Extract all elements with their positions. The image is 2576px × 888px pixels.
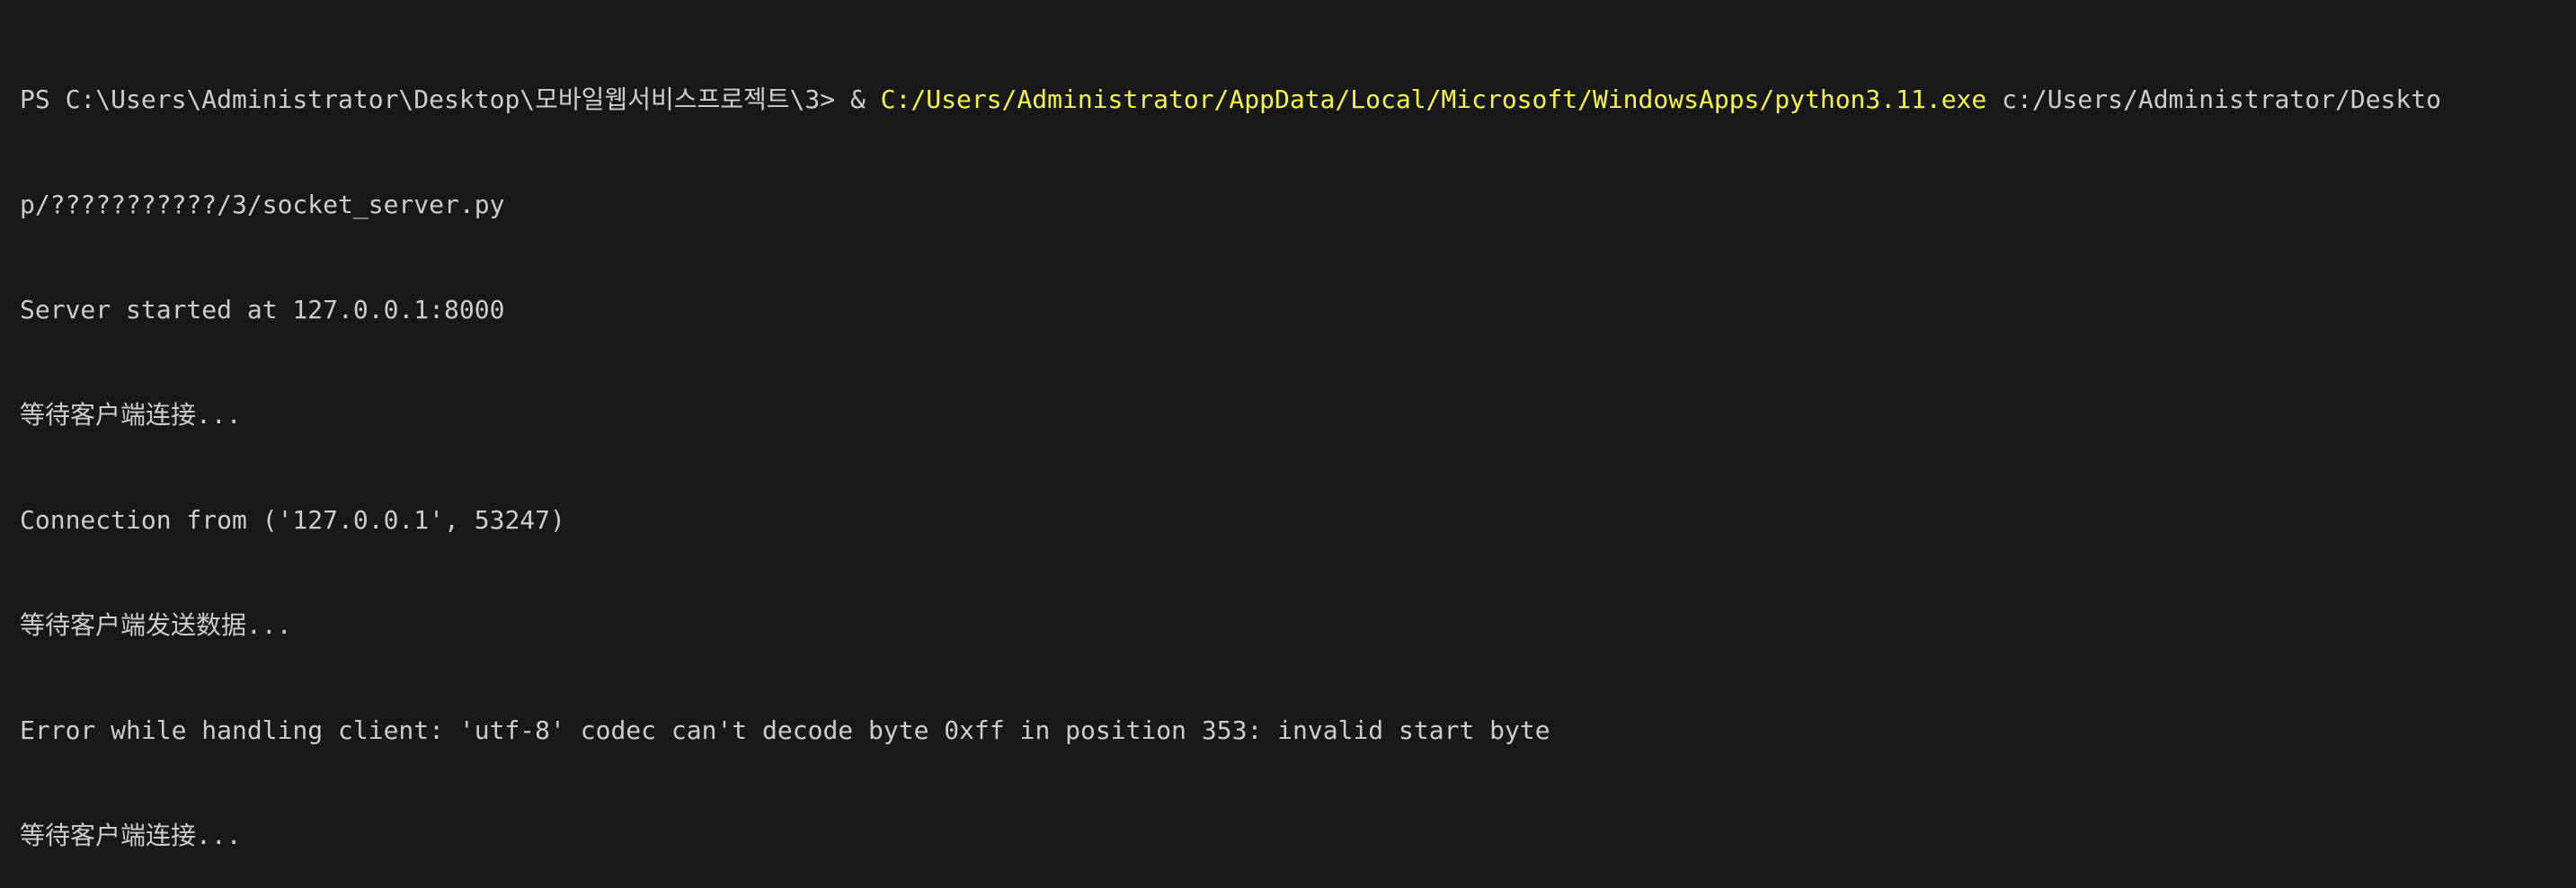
- script-path-argument: c:/Users/Administrator/Deskto: [1986, 84, 2441, 114]
- output-line-waiting-data: 等待客户端发送数据...: [20, 610, 292, 640]
- output-line-waiting-connection-again: 等待客户端连接...: [20, 821, 242, 850]
- command-line: PS C:\Users\Administrator\Desktop\모바일웹서비…: [20, 82, 2576, 117]
- command-line-wrap: p/???????????/3/socket_server.py: [20, 187, 2576, 222]
- output-line-error: Error while handling client: 'utf-8' cod…: [20, 715, 1550, 745]
- output-line-server-started: Server started at 127.0.0.1:8000: [20, 295, 505, 324]
- powershell-prompt: PS C:\Users\Administrator\Desktop\모바일웹서비…: [20, 84, 850, 114]
- python-executable-path: C:/Users/Administrator/AppData/Local/Mic…: [880, 84, 1987, 114]
- output-line-waiting-connection: 等待客户端连接...: [20, 400, 242, 430]
- terminal-panel[interactable]: PS C:\Users\Administrator\Desktop\모바일웹서비…: [0, 0, 2576, 850]
- output-line-connection-from: Connection from ('127.0.0.1', 53247): [20, 505, 565, 535]
- call-operator: &: [849, 84, 881, 114]
- script-path-argument-continued: p/???????????/3/socket_server.py: [20, 190, 505, 219]
